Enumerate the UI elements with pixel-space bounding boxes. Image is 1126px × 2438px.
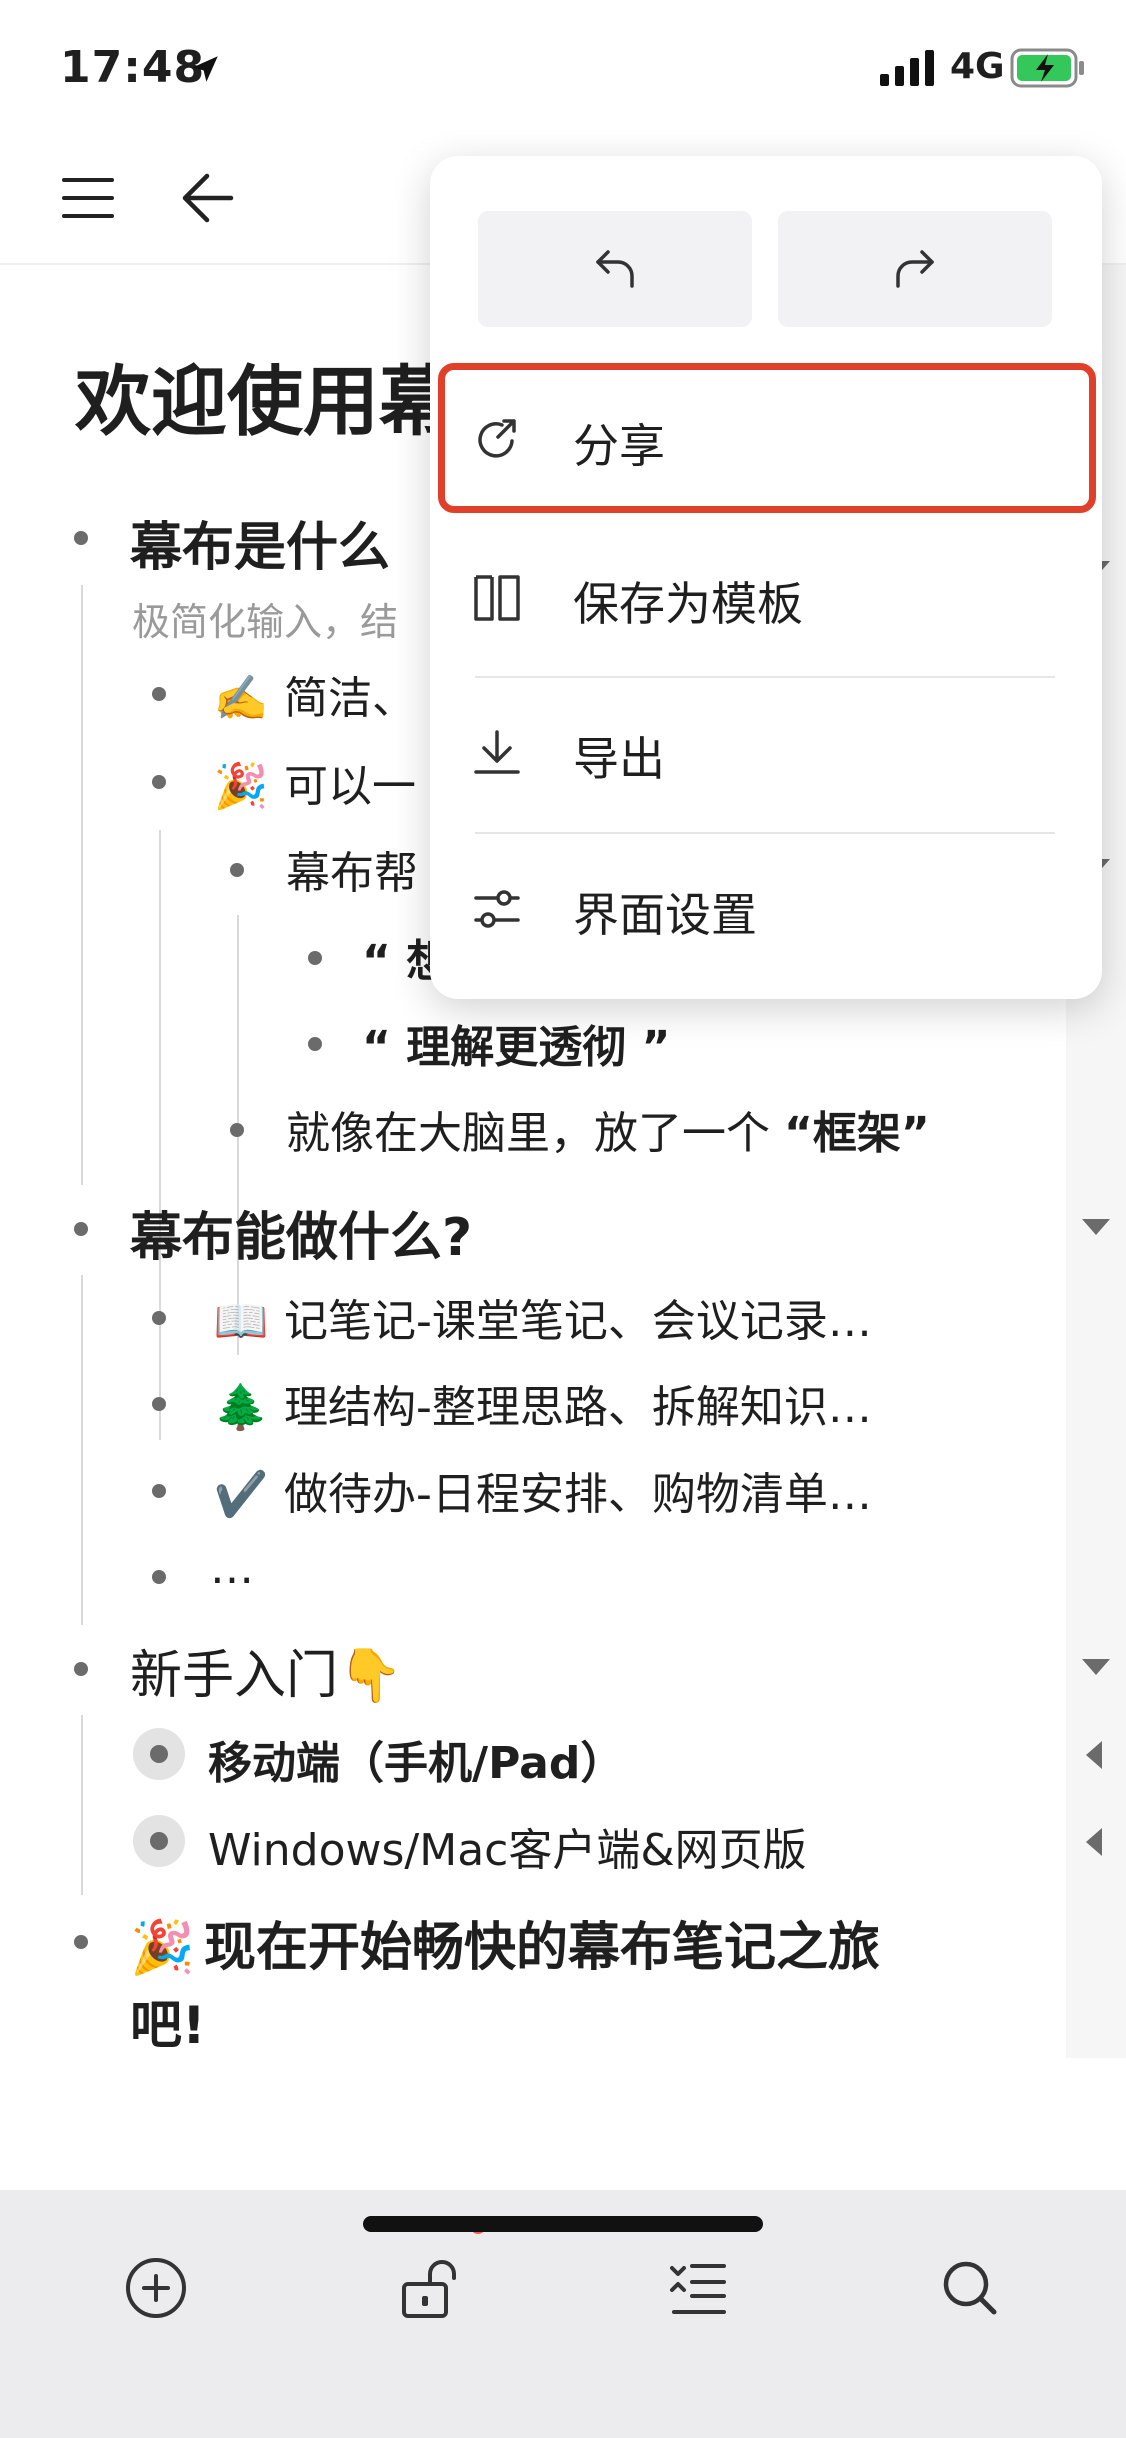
bullet[interactable] (308, 1037, 322, 1051)
indent-outdent-icon[interactable] (660, 2250, 736, 2326)
menu-item-save-template[interactable]: 保存为模板 (430, 521, 1102, 671)
outline-item[interactable]: 就像在大脑里，放了一个 “框架” (286, 1097, 930, 1161)
undo-icon (596, 250, 634, 288)
home-indicator[interactable] (363, 2216, 763, 2232)
redo-button[interactable] (778, 211, 1052, 327)
menu-item-label: 界面设置 (573, 888, 757, 942)
outline-item[interactable]: 🌲 理结构-整理思路、拆解知识… (210, 1371, 872, 1435)
menu-item-interface-settings[interactable]: 界面设置 (430, 832, 1102, 982)
search-icon[interactable] (932, 2250, 1008, 2326)
battery-charging-icon (1010, 48, 1084, 88)
location-arrow-icon (192, 56, 218, 82)
collapsed-bullet[interactable] (133, 1815, 185, 1867)
outline-heading[interactable]: 幕布能做什么? (130, 1195, 472, 1270)
bullet[interactable] (152, 1397, 166, 1411)
outline-item[interactable]: ✔️ 做待办-日程安排、购物清单… (210, 1458, 872, 1522)
outline-item[interactable]: 📖 记笔记-课堂笔记、会议记录… (210, 1285, 872, 1349)
check-mark-emoji: ✔️ (213, 1469, 269, 1520)
bullet[interactable] (308, 951, 322, 965)
writing-hand-emoji: ✍️ (213, 673, 269, 724)
bullet[interactable] (74, 531, 88, 545)
indent-guide (81, 1715, 83, 1895)
bullet[interactable] (74, 1662, 88, 1676)
bullet[interactable] (152, 1311, 166, 1325)
outline-item[interactable]: “ 理解更透彻 ” (362, 1011, 670, 1075)
outline-item[interactable]: Windows/Mac客户端&网页版 (208, 1814, 807, 1878)
back-arrow-icon[interactable] (175, 168, 235, 228)
outline-item[interactable]: ✍️ 简洁、 (210, 662, 416, 726)
menu-item-export[interactable]: 导出 (430, 676, 1102, 826)
status-time: 17:48 (60, 42, 206, 93)
outline-heading[interactable]: 新手入门👇 (130, 1633, 403, 1708)
outline-heading[interactable]: 幕布是什么 (130, 505, 390, 580)
page-title[interactable]: 欢迎使用幕 (75, 340, 455, 450)
menu-icon[interactable] (60, 170, 116, 226)
tree-emoji: 🌲 (213, 1382, 269, 1433)
undo-button[interactable] (478, 211, 752, 327)
template-icon (474, 575, 520, 621)
bullet[interactable] (152, 775, 166, 789)
open-book-emoji: 📖 (213, 1296, 269, 1347)
outline-heading[interactable]: 🎉 现在开始畅快的幕布笔记之旅 (130, 1905, 880, 1980)
network-label: 4G (950, 46, 1005, 87)
outline-item[interactable]: 幕布帮 (286, 837, 418, 901)
bullet[interactable] (152, 687, 166, 701)
bullet[interactable] (230, 863, 244, 877)
add-circle-icon[interactable] (118, 2250, 194, 2326)
collapsed-bullet[interactable] (133, 1728, 185, 1780)
outline-heading-continued[interactable]: 吧! (130, 1983, 206, 2058)
outline-item[interactable]: 🎉 可以一 (210, 750, 416, 814)
unlock-icon[interactable] (392, 2250, 468, 2326)
sliders-icon (474, 890, 520, 928)
bullet[interactable] (230, 1123, 244, 1137)
outline-note[interactable]: 极简化输入，结 (132, 591, 398, 646)
menu-item-label: 保存为模板 (573, 577, 803, 631)
outline-item[interactable]: 移动端（手机/Pad） (208, 1727, 624, 1791)
indent-guide (81, 585, 83, 1185)
signal-icon (880, 50, 934, 86)
menu-item-label: 导出 (573, 732, 665, 786)
highlight-box (438, 363, 1096, 513)
outline-item[interactable]: … (210, 1543, 254, 1594)
more-menu-popup: 分享 保存为模板 导出 界面设置 (430, 156, 1102, 999)
party-popper-emoji: 🎉 (130, 1918, 195, 1978)
download-icon (474, 730, 520, 774)
indent-guide (81, 1275, 83, 1625)
pointing-down-emoji: 👇 (338, 1646, 403, 1706)
bullet[interactable] (74, 1222, 88, 1236)
redo-icon (896, 250, 934, 288)
bullet[interactable] (152, 1570, 166, 1584)
party-popper-emoji: 🎉 (213, 761, 269, 812)
bullet[interactable] (74, 1935, 88, 1949)
indent-guide (159, 830, 161, 1440)
status-bar: 17:48 4G (0, 0, 1126, 130)
bullet[interactable] (152, 1484, 166, 1498)
